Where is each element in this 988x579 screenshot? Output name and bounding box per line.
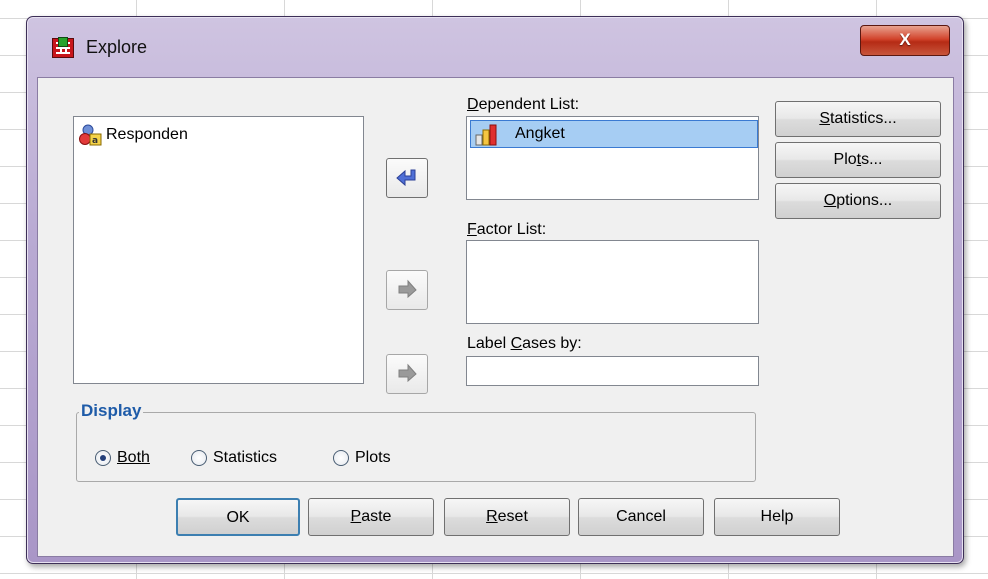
radio-label: Both [117,449,150,466]
reset-button[interactable]: Reset [444,498,570,536]
radio-statistics[interactable]: Statistics [191,449,277,467]
radio-label: Statistics [213,449,278,466]
cancel-button[interactable]: Cancel [578,498,704,536]
title-bar[interactable]: Explore X [27,17,963,77]
display-group-title: Display [79,401,144,421]
right-arrow-icon [398,363,417,383]
options-button[interactable]: Options... [775,183,941,219]
left-arrow-icon [396,169,416,187]
explore-dialog: Explore X a Responden Dependent List: An… [26,16,964,564]
list-item-angket[interactable]: Angket [470,120,758,148]
right-arrow-icon [398,279,417,299]
window-title: Explore [86,37,148,57]
plots-button[interactable]: Plots... [775,142,941,178]
list-item-responden[interactable]: a Responden [79,122,188,148]
nominal-variable-icon: a [79,124,103,146]
ok-button[interactable]: OK [176,498,300,536]
label-cases-label: Label Cases by: [467,335,582,352]
scale-variable-icon [475,124,511,151]
factor-list-label: Factor List: [467,221,547,238]
factor-list[interactable] [466,240,759,324]
list-item-label: Responden [106,126,188,143]
svg-text:a: a [92,136,98,146]
spss-app-icon [52,37,74,58]
source-variable-list[interactable]: a Responden [73,116,364,384]
move-to-factor-button[interactable] [386,270,428,310]
label-cases-field[interactable] [466,356,759,386]
radio-button-icon [191,450,207,466]
display-group: Display Both Statistics Plots [76,401,756,482]
radio-plots[interactable]: Plots [333,449,391,467]
dialog-body: a Responden Dependent List: Angket Facto… [37,77,954,557]
help-button[interactable]: Help [714,498,840,536]
radio-button-icon [95,450,111,466]
move-to-dependent-button[interactable] [386,158,428,198]
radio-both[interactable]: Both [95,449,150,467]
dependent-list-label: Dependent List: [467,96,580,113]
dependent-list[interactable]: Angket [466,116,759,200]
close-button[interactable]: X [860,25,950,56]
radio-label: Plots [355,449,391,466]
paste-button[interactable]: Paste [308,498,434,536]
statistics-button[interactable]: Statistics... [775,101,941,137]
list-item-label: Angket [515,125,565,142]
move-to-label-cases-button[interactable] [386,354,428,394]
radio-button-icon [333,450,349,466]
